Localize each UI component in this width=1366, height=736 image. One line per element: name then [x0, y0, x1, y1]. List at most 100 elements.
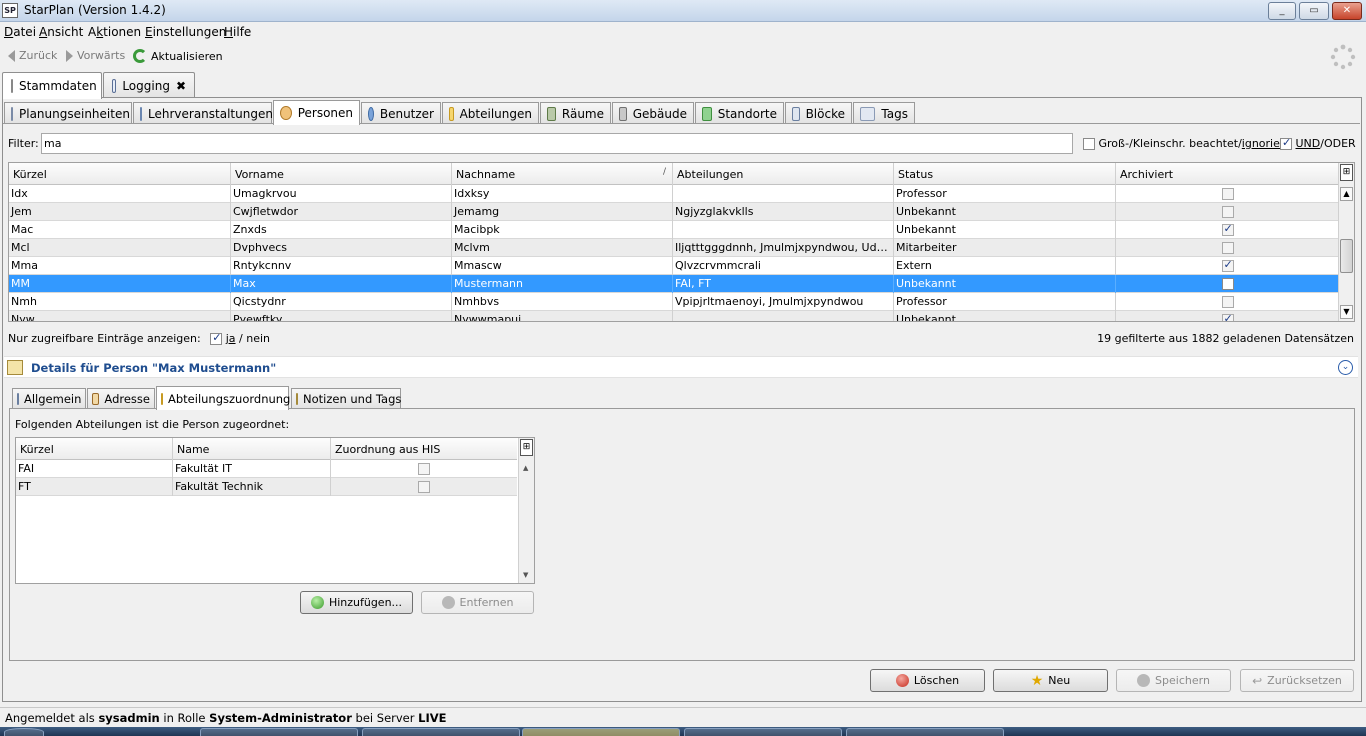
menu-bar: Datei Ansicht Aktionen Einstellungen Hil…	[0, 22, 1366, 42]
maximize-button[interactable]: ▭	[1299, 2, 1329, 20]
refresh-button[interactable]: Aktualisieren	[133, 49, 223, 63]
tab-allgemein[interactable]: Allgemein	[12, 388, 86, 409]
table-row[interactable]: Mcl Dvphvecs Mclvm Iljqtttgggdnnh, Jmulm…	[9, 239, 1339, 257]
forward-button[interactable]: Vorwärts	[66, 49, 125, 62]
tab-label: Abteilungen	[459, 106, 532, 121]
table-row[interactable]: Nmh Qicstydnr Nmhbvs Vpipjrltmaenoyi, Jm…	[9, 293, 1339, 311]
tab-adresse[interactable]: Adresse	[87, 388, 155, 409]
menu-hilfe[interactable]: Hilfe	[224, 25, 251, 39]
save-button[interactable]: Speichern	[1116, 669, 1231, 692]
column-header-kuerzel[interactable]: Kürzel	[16, 438, 173, 460]
filter-input[interactable]	[41, 133, 1073, 154]
taskbar-item[interactable]	[200, 728, 358, 736]
tab-stammdaten[interactable]: Stammdaten	[2, 72, 102, 99]
cell-kuerzel: Mcl	[9, 239, 231, 257]
tab-abteilungen[interactable]: Abteilungen	[442, 102, 539, 124]
archived-checkbox[interactable]	[1221, 312, 1234, 321]
start-button[interactable]	[4, 728, 44, 736]
delete-button[interactable]: Löschen	[870, 669, 985, 692]
case-sensitive-checkbox[interactable]	[1083, 138, 1095, 150]
new-button[interactable]: ★ Neu	[993, 669, 1108, 692]
taskbar-item[interactable]	[846, 728, 1004, 736]
scroll-thumb[interactable]	[1340, 239, 1353, 273]
reset-button[interactable]: ↩ Zurücksetzen	[1240, 669, 1354, 692]
column-header-his[interactable]: Zuordnung aus HIS	[331, 438, 517, 460]
details-header[interactable]: Details für Person "Max Mustermann" ⌄	[4, 356, 1358, 378]
add-department-button[interactable]: Hinzufügen...	[300, 591, 413, 614]
menu-aktionen[interactable]: Aktionen	[88, 25, 141, 39]
table-row[interactable]: Idx Umagkrvou Idxksy Professor	[9, 185, 1339, 203]
tab-gebaeude[interactable]: Gebäude	[612, 102, 694, 124]
archived-checkbox[interactable]	[1221, 278, 1234, 290]
cell-kuerzel: Mma	[9, 257, 231, 275]
tab-standorte[interactable]: Standorte	[695, 102, 784, 124]
scroll-up-icon[interactable]: ▲	[1340, 187, 1353, 201]
tab-notizen-und-tags[interactable]: Notizen und Tags	[291, 388, 401, 409]
archived-checkbox[interactable]	[1221, 296, 1234, 308]
taskbar-item[interactable]	[684, 728, 842, 736]
cell-kuerzel: FT	[16, 478, 173, 496]
menu-datei[interactable]: Datei	[4, 25, 36, 39]
table-row[interactable]: Mac Znxds Macibpk Unbekannt	[9, 221, 1339, 239]
table-header: Kürzel Vorname Nachname / Abteilungen Sta…	[9, 163, 1339, 185]
column-header-status[interactable]: Status	[894, 163, 1116, 185]
column-header-archiviert[interactable]: Archiviert	[1116, 163, 1339, 185]
scroll-up-icon[interactable]: ▲	[523, 464, 528, 472]
tab-raeume[interactable]: Räume	[540, 102, 611, 124]
table-row[interactable]: FAI Fakultät IT	[16, 460, 517, 478]
tab-lehrveranstaltungen[interactable]: Lehrveranstaltungen	[133, 102, 273, 124]
column-header-abteilungen[interactable]: Abteilungen	[673, 163, 894, 185]
close-tab-icon[interactable]: ✖	[176, 79, 186, 93]
cell-his	[331, 460, 517, 478]
back-button[interactable]: Zurück	[8, 49, 57, 62]
table-scrollbar[interactable]: ⊞ ▲ ▼	[1338, 163, 1354, 321]
tab-abteilungszuordnung[interactable]: Abteilungszuordnung	[156, 386, 290, 410]
table-row[interactable]: FT Fakultät Technik	[16, 478, 517, 496]
column-selector-icon[interactable]: ⊞	[1340, 164, 1353, 181]
tab-logging[interactable]: Logging ✖	[103, 72, 195, 98]
table-row[interactable]: Mma Rntykcnnv Mmascw Qlvzcrvmmcrali Exte…	[9, 257, 1339, 275]
cell-vorname: Umagkrvou	[231, 185, 452, 203]
tab-tags[interactable]: Tags	[853, 102, 915, 124]
tab-planungseinheiten[interactable]: Planungseinheiten	[4, 102, 132, 124]
archived-checkbox[interactable]	[1221, 258, 1234, 272]
menu-einstellungen[interactable]: Einstellungen	[145, 25, 226, 39]
tab-bloecke[interactable]: Blöcke	[785, 102, 852, 124]
accessible-no-link[interactable]: nein	[246, 332, 270, 345]
his-checkbox[interactable]	[418, 481, 430, 493]
tab-benutzer[interactable]: Benutzer	[361, 102, 441, 124]
taskbar-item[interactable]	[362, 728, 520, 736]
archived-checkbox[interactable]	[1221, 222, 1234, 236]
archived-checkbox[interactable]	[1221, 242, 1234, 254]
case-sensitive-toggle[interactable]: Groß-/Kleinschr. beachtet/ignoriert	[1083, 137, 1289, 150]
minimize-button[interactable]: _	[1268, 2, 1296, 20]
tab-personen[interactable]: Personen	[273, 100, 360, 125]
column-header-vorname[interactable]: Vorname	[231, 163, 452, 185]
archived-checkbox[interactable]	[1221, 206, 1234, 218]
column-header-nachname[interactable]: Nachname /	[452, 163, 673, 185]
close-window-button[interactable]: ✕	[1332, 2, 1362, 20]
menu-ansicht[interactable]: Ansicht	[39, 25, 83, 39]
and-or-toggle[interactable]: UND/ODER	[1280, 136, 1356, 150]
remove-icon	[441, 596, 455, 609]
scroll-down-icon[interactable]: ▼	[1340, 305, 1353, 319]
column-header-kuerzel[interactable]: Kürzel	[9, 163, 231, 185]
table-row[interactable]: Nyw Pyewftky Nywwmapui Unbekannt	[9, 311, 1339, 321]
tab-stammdaten-label: Stammdaten	[19, 79, 97, 93]
taskbar-item-active[interactable]	[522, 728, 680, 736]
column-header-name[interactable]: Name	[173, 438, 331, 460]
collapse-icon[interactable]: ⌄	[1338, 360, 1353, 375]
scroll-down-icon[interactable]: ▼	[523, 571, 528, 579]
department-table-scrollbar[interactable]: ⊞ ▲ ▼	[518, 438, 534, 583]
archived-checkbox[interactable]	[1221, 188, 1234, 200]
remove-department-button[interactable]: Entfernen	[421, 591, 534, 614]
and-or-checkbox[interactable]	[1280, 136, 1292, 150]
his-checkbox[interactable]	[418, 463, 430, 475]
cell-kuerzel: Nyw	[9, 311, 231, 321]
table-row[interactable]: Jem Cwjfletwdor Jemamg Ngjyzglakvklls Un…	[9, 203, 1339, 221]
tab-label: Notizen und Tags	[303, 392, 402, 406]
accessible-yes-link[interactable]: ja	[226, 332, 236, 345]
accessible-only-checkbox[interactable]	[210, 331, 223, 345]
column-selector-icon[interactable]: ⊞	[520, 439, 533, 456]
table-row-selected[interactable]: MM Max Mustermann FAI, FT Unbekannt	[9, 275, 1339, 293]
